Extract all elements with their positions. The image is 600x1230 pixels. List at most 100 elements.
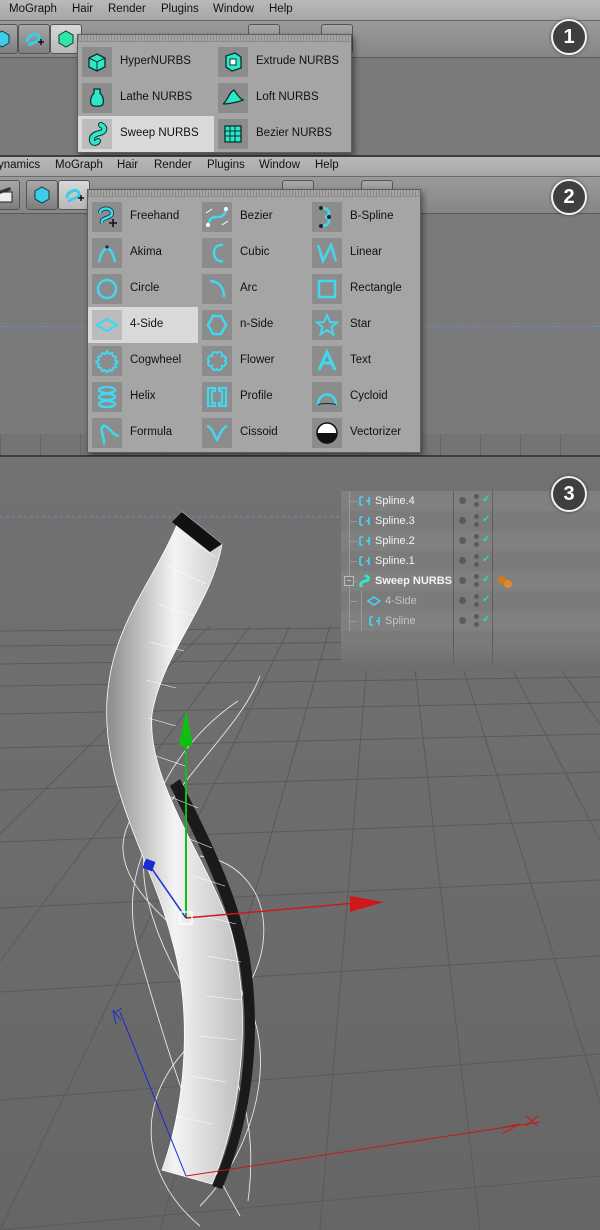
menu-grip[interactable] [78, 35, 351, 42]
menu-item-star[interactable]: Star [308, 307, 418, 343]
menu-item-cogwheel[interactable]: Cogwheel [88, 343, 198, 379]
editor-visibility-dot[interactable] [459, 557, 466, 564]
om-object-name: Sweep NURBS [375, 575, 453, 587]
menu-item-formula[interactable]: Formula [88, 415, 198, 451]
menu-render[interactable]: Render [154, 159, 192, 171]
menu-window[interactable]: Window [213, 3, 254, 15]
enabled-check-icon[interactable]: ✓ [482, 494, 490, 505]
menu-mograph[interactable]: MoGraph [9, 3, 57, 15]
toolbar-cube-button[interactable] [0, 24, 18, 54]
render-visibility-dot[interactable] [474, 622, 479, 627]
om-object-name: Spline.3 [375, 515, 415, 527]
menu-grip[interactable] [88, 190, 420, 197]
menu-item-helix[interactable]: Helix [88, 379, 198, 415]
cissoid-icon [206, 424, 228, 442]
render-visibility-dot[interactable] [474, 562, 479, 567]
menu-mograph[interactable]: MoGraph [55, 159, 103, 171]
toolbar-spline-button[interactable] [18, 24, 50, 54]
menu-hair[interactable]: Hair [117, 159, 138, 171]
menu-item-profile[interactable]: Profile [198, 379, 308, 415]
spline-tool-icon [25, 33, 44, 47]
menu-item-sweep-nurbs[interactable]: Sweep NURBS [78, 116, 214, 152]
nurbs-popup-menu: HyperNURBS Extrude NURBS Lathe NURBS Lof… [77, 34, 352, 153]
render-visibility-dot[interactable] [474, 542, 479, 547]
menu-item-arc[interactable]: Arc [198, 271, 308, 307]
menu-plugins[interactable]: Plugins [207, 159, 245, 171]
render-visibility-dot[interactable] [474, 574, 479, 579]
menu-help[interactable]: Help [315, 159, 339, 171]
panel-spline-menu: ynamics MoGraph Hair Render Plugins Wind… [0, 156, 600, 456]
expand-toggle[interactable]: − [344, 576, 354, 586]
bezier-icon [205, 207, 229, 227]
loft-nurbs-icon [222, 89, 245, 105]
menu-help[interactable]: Help [269, 3, 293, 15]
menu-item-bezier-nurbs[interactable]: Bezier NURBS [214, 116, 350, 152]
render-visibility-dot[interactable] [474, 554, 479, 559]
enabled-check-icon[interactable]: ✓ [482, 614, 490, 625]
panel-viewport[interactable]: 3 Spline.4 ✓ Spline.3 ✓ Spline.2 ✓ Spline.1 ✓ − S… [0, 456, 600, 1230]
render-visibility-dot[interactable] [474, 534, 479, 539]
editor-visibility-dot[interactable] [459, 497, 466, 504]
menu-item-hypernurbs[interactable]: HyperNURBS [78, 44, 214, 80]
om-row[interactable]: − Sweep NURBS ✓ [341, 571, 600, 591]
menu-item-linear[interactable]: Linear [308, 235, 418, 271]
menu-item-vectorizer[interactable]: Vectorizer [308, 415, 418, 451]
tree-line [349, 501, 357, 502]
sweep-nurbs-icon [88, 122, 108, 146]
menu-item-bezier[interactable]: Bezier [198, 199, 308, 235]
toolbar-spline-button[interactable] [58, 180, 90, 210]
render-visibility-dot[interactable] [474, 502, 479, 507]
menu-item-lathe-nurbs[interactable]: Lathe NURBS [78, 80, 214, 116]
render-visibility-dot[interactable] [474, 582, 479, 587]
render-visibility-dot[interactable] [474, 494, 479, 499]
render-visibility-dot[interactable] [474, 522, 479, 527]
menu-item-flower[interactable]: Flower [198, 343, 308, 379]
enabled-check-icon[interactable]: ✓ [482, 534, 490, 545]
akima-icon [97, 245, 117, 263]
flower-icon [207, 351, 227, 371]
render-visibility-dot[interactable] [474, 614, 479, 619]
menu-plugins[interactable]: Plugins [161, 3, 199, 15]
menu-hair[interactable]: Hair [72, 3, 93, 15]
menu-item-circle[interactable]: Circle [88, 271, 198, 307]
menu-item-freehand[interactable]: Freehand [88, 199, 198, 235]
bezier-nurbs-icon [224, 125, 242, 143]
enabled-check-icon[interactable]: ✓ [482, 554, 490, 565]
om-row[interactable]: Spline.2 ✓ [341, 531, 600, 551]
tag-phong-icon[interactable] [497, 575, 513, 589]
om-row[interactable]: 4-Side ✓ [341, 591, 600, 611]
menu-dynamics[interactable]: ynamics [0, 159, 40, 171]
menu-window[interactable]: Window [259, 159, 300, 171]
menu-item-cubic[interactable]: Cubic [198, 235, 308, 271]
editor-visibility-dot[interactable] [459, 517, 466, 524]
editor-visibility-dot[interactable] [459, 577, 466, 584]
toolbar-clapper-button[interactable] [0, 180, 20, 210]
menu-render[interactable]: Render [108, 3, 146, 15]
editor-visibility-dot[interactable] [459, 537, 466, 544]
menu-item-akima[interactable]: Akima [88, 235, 198, 271]
toolbar-cube-button[interactable] [26, 180, 58, 210]
render-visibility-dot[interactable] [474, 514, 479, 519]
circle-icon [96, 278, 118, 300]
menu-item-cissoid[interactable]: Cissoid [198, 415, 308, 451]
enabled-check-icon[interactable]: ✓ [482, 514, 490, 525]
tree-line [349, 561, 357, 562]
om-row[interactable]: Spline.1 ✓ [341, 551, 600, 571]
editor-visibility-dot[interactable] [459, 597, 466, 604]
menu-item-rectangle[interactable]: Rectangle [308, 271, 418, 307]
enabled-check-icon[interactable]: ✓ [482, 594, 490, 605]
menu-item-loft-nurbs[interactable]: Loft NURBS [214, 80, 350, 116]
render-visibility-dot[interactable] [474, 594, 479, 599]
om-row[interactable]: Spline ✓ [341, 611, 600, 631]
menu-item-b-spline[interactable]: B-Spline [308, 199, 418, 235]
menu-item-four-side[interactable]: 4-Side [88, 307, 198, 343]
menu-item-extrude-nurbs[interactable]: Extrude NURBS [214, 44, 350, 80]
om-object-name: Spline.4 [375, 495, 415, 507]
render-visibility-dot[interactable] [474, 602, 479, 607]
menu-item-n-side[interactable]: n-Side [198, 307, 308, 343]
editor-visibility-dot[interactable] [459, 617, 466, 624]
menu-item-text[interactable]: Text [308, 343, 418, 379]
om-row[interactable]: Spline.3 ✓ [341, 511, 600, 531]
enabled-check-icon[interactable]: ✓ [482, 574, 490, 585]
menu-item-cycloid[interactable]: Cycloid [308, 379, 418, 415]
